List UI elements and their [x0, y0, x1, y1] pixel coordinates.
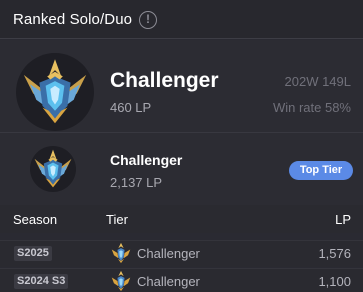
peak-tier: Challenger [110, 152, 183, 168]
current-tier: Challenger [110, 69, 219, 92]
current-lp: 460 LP [110, 100, 152, 115]
win-rate: Win rate 58% [272, 100, 351, 115]
info-icon[interactable]: ! [139, 11, 157, 29]
season-table-header: Season Tier LP [0, 205, 363, 233]
table-row: S2025 Challenger 1,576 [0, 240, 363, 267]
ranked-header: Ranked Solo/Duo ! [0, 0, 363, 39]
row-lp: 1,100 [318, 274, 351, 289]
column-lp: LP [335, 212, 351, 227]
table-row: S2024 S3 Challenger 1,100 [0, 268, 363, 292]
challenger-tier-icon [110, 270, 132, 292]
current-rank-card: Challenger 460 LP 202W 149L Win rate 58% [0, 40, 363, 132]
season-badge: S2024 S3 [14, 274, 69, 289]
peak-lp: 2,137 LP [110, 175, 163, 190]
ranked-title: Ranked Solo/Duo [13, 11, 133, 28]
challenger-emblem-icon [16, 53, 94, 131]
win-loss-record: 202W 149L [284, 74, 352, 89]
row-lp: 1,576 [318, 246, 351, 261]
challenger-tier-icon [110, 242, 132, 264]
top-tier-badge: Top Tier [289, 161, 353, 180]
column-season: Season [13, 212, 58, 227]
row-tier: Challenger [137, 246, 200, 261]
row-tier: Challenger [137, 274, 200, 289]
challenger-emblem-icon [30, 146, 76, 192]
column-tier: Tier [106, 212, 128, 227]
season-badge: S2025 [14, 246, 52, 261]
peak-rank-card: Challenger 2,137 LP Top Tier [0, 132, 363, 205]
